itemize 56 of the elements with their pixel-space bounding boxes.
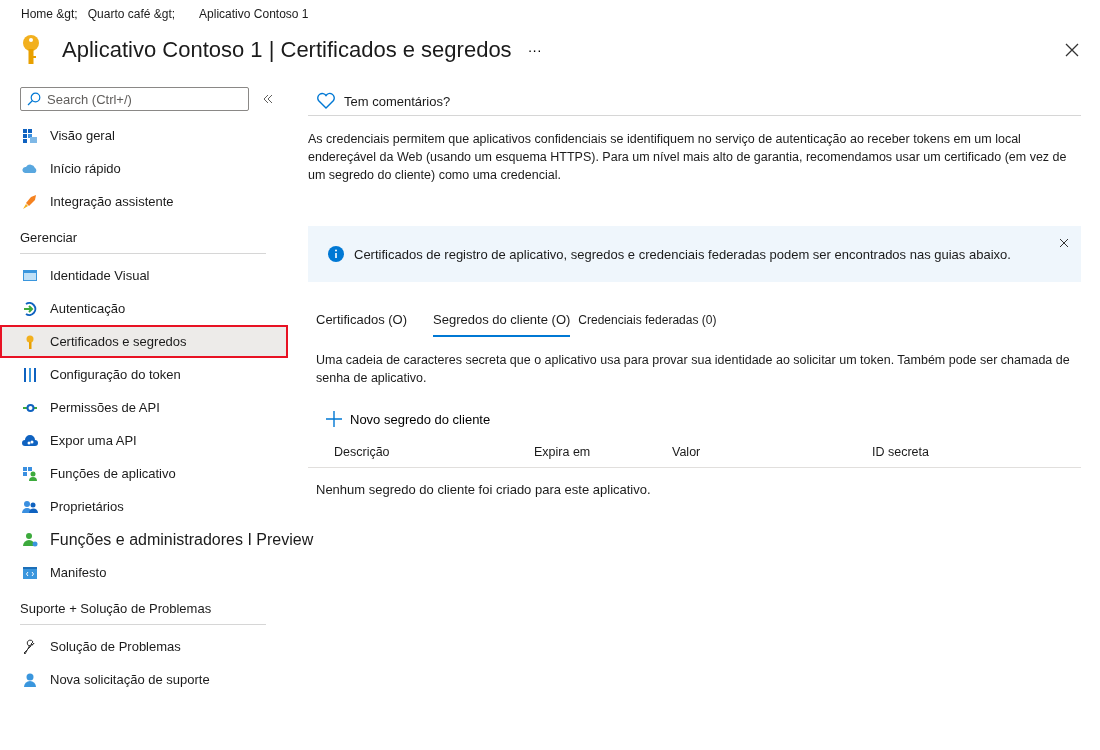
new-secret-button[interactable]: Novo segredo do cliente [326, 407, 491, 431]
menu-icon [22, 638, 38, 655]
sidebar-item[interactable]: Visão geral [0, 119, 288, 152]
section-heading: Suporte + Solução de Problemas [20, 589, 266, 625]
menu-icon [22, 127, 38, 144]
menu-icon [22, 465, 38, 482]
column-header: Descrição [334, 445, 391, 459]
sidebar-item[interactable]: Nova solicitação de suporte [0, 663, 288, 696]
menu-icon [22, 432, 38, 449]
column-header: Valor [672, 445, 702, 459]
more-button[interactable]: ··· [523, 42, 546, 58]
tab[interactable]: Segredos do cliente (O) [433, 306, 571, 337]
sidebar-item[interactable]: Início rápido [0, 152, 288, 185]
banner-text: Certificados de registro de aplicativo, segredos e credenciais federadas podem ser encontrados nas guias abaixo. [354, 246, 1011, 262]
tab-description: Uma cadeia de caracteres secreta que o aplicativo usa para provar sua identidade ao solicitar um token. Também pode ser chamada de senha de aplicativo. [316, 352, 1071, 387]
sidebar-item[interactable]: Certificados e segredos [0, 325, 288, 358]
collapse-icon[interactable] [263, 94, 273, 104]
empty-message: Nenhum segredo do cliente foi criado para este aplicativo. [316, 482, 652, 497]
close-icon[interactable] [1064, 42, 1080, 58]
sidebar-item[interactable]: Funções de aplicativo [0, 457, 288, 490]
column-header: ID secreta [872, 445, 930, 459]
sidebar-item[interactable]: Manifesto [0, 556, 288, 589]
sidebar-item[interactable]: Expor uma API [0, 424, 288, 457]
menu-icon [22, 671, 38, 688]
menu-icon [22, 366, 38, 383]
intro-text: As credenciais permitem que aplicativos confidenciais se identifiquem no serviço de autenticação ao receber tokens em um local endereçável da Web (usando um esquema HTTPS). Para um nível mais alto de garantia, recomendamos usar um certificado (em vez de um segredo do cliente) como uma credencial. [308, 131, 1068, 184]
sidebar-item[interactable]: Identidade Visual [0, 259, 288, 292]
page-title: Aplicativo Contoso 1 | Certificados e segredos [62, 37, 512, 63]
sidebar-item[interactable]: Proprietários [0, 490, 288, 523]
column-header: Expira em [534, 445, 592, 459]
feedback-link[interactable]: Tem comentários? [344, 93, 451, 109]
section-heading: Gerenciar [20, 218, 266, 254]
sidebar-item[interactable]: Integração assistente [0, 185, 288, 218]
menu-icon [22, 498, 38, 515]
sidebar-item[interactable]: Permissões de API [0, 391, 288, 424]
sidebar-item[interactable]: Funções e administradores I Preview [0, 523, 316, 556]
tab[interactable]: Certificados (O) [316, 306, 408, 337]
tab[interactable]: Credenciais federadas (0) [578, 306, 717, 337]
sidebar-item[interactable]: Solução de Problemas [0, 630, 288, 663]
search-field[interactable]: Search (Ctrl+/) [20, 87, 249, 111]
menu-icon [22, 564, 38, 581]
menu-icon [22, 267, 38, 284]
sidebar-item[interactable]: Autenticação [0, 292, 288, 325]
menu-icon [22, 531, 38, 548]
key-icon [20, 34, 42, 66]
close-icon[interactable] [1059, 238, 1069, 248]
heart-icon [316, 92, 336, 110]
info-icon [328, 246, 344, 262]
menu-icon [22, 193, 38, 210]
menu-icon [22, 300, 38, 317]
plus-icon [326, 411, 342, 427]
breadcrumb-item[interactable]: Quarto café &gt; [87, 7, 176, 21]
breadcrumb-item[interactable]: Home &gt; [21, 7, 78, 21]
search-icon [27, 92, 41, 106]
sidebar-item[interactable]: Configuração do token [0, 358, 288, 391]
breadcrumb-item[interactable]: Aplicativo Contoso 1 [199, 7, 309, 21]
